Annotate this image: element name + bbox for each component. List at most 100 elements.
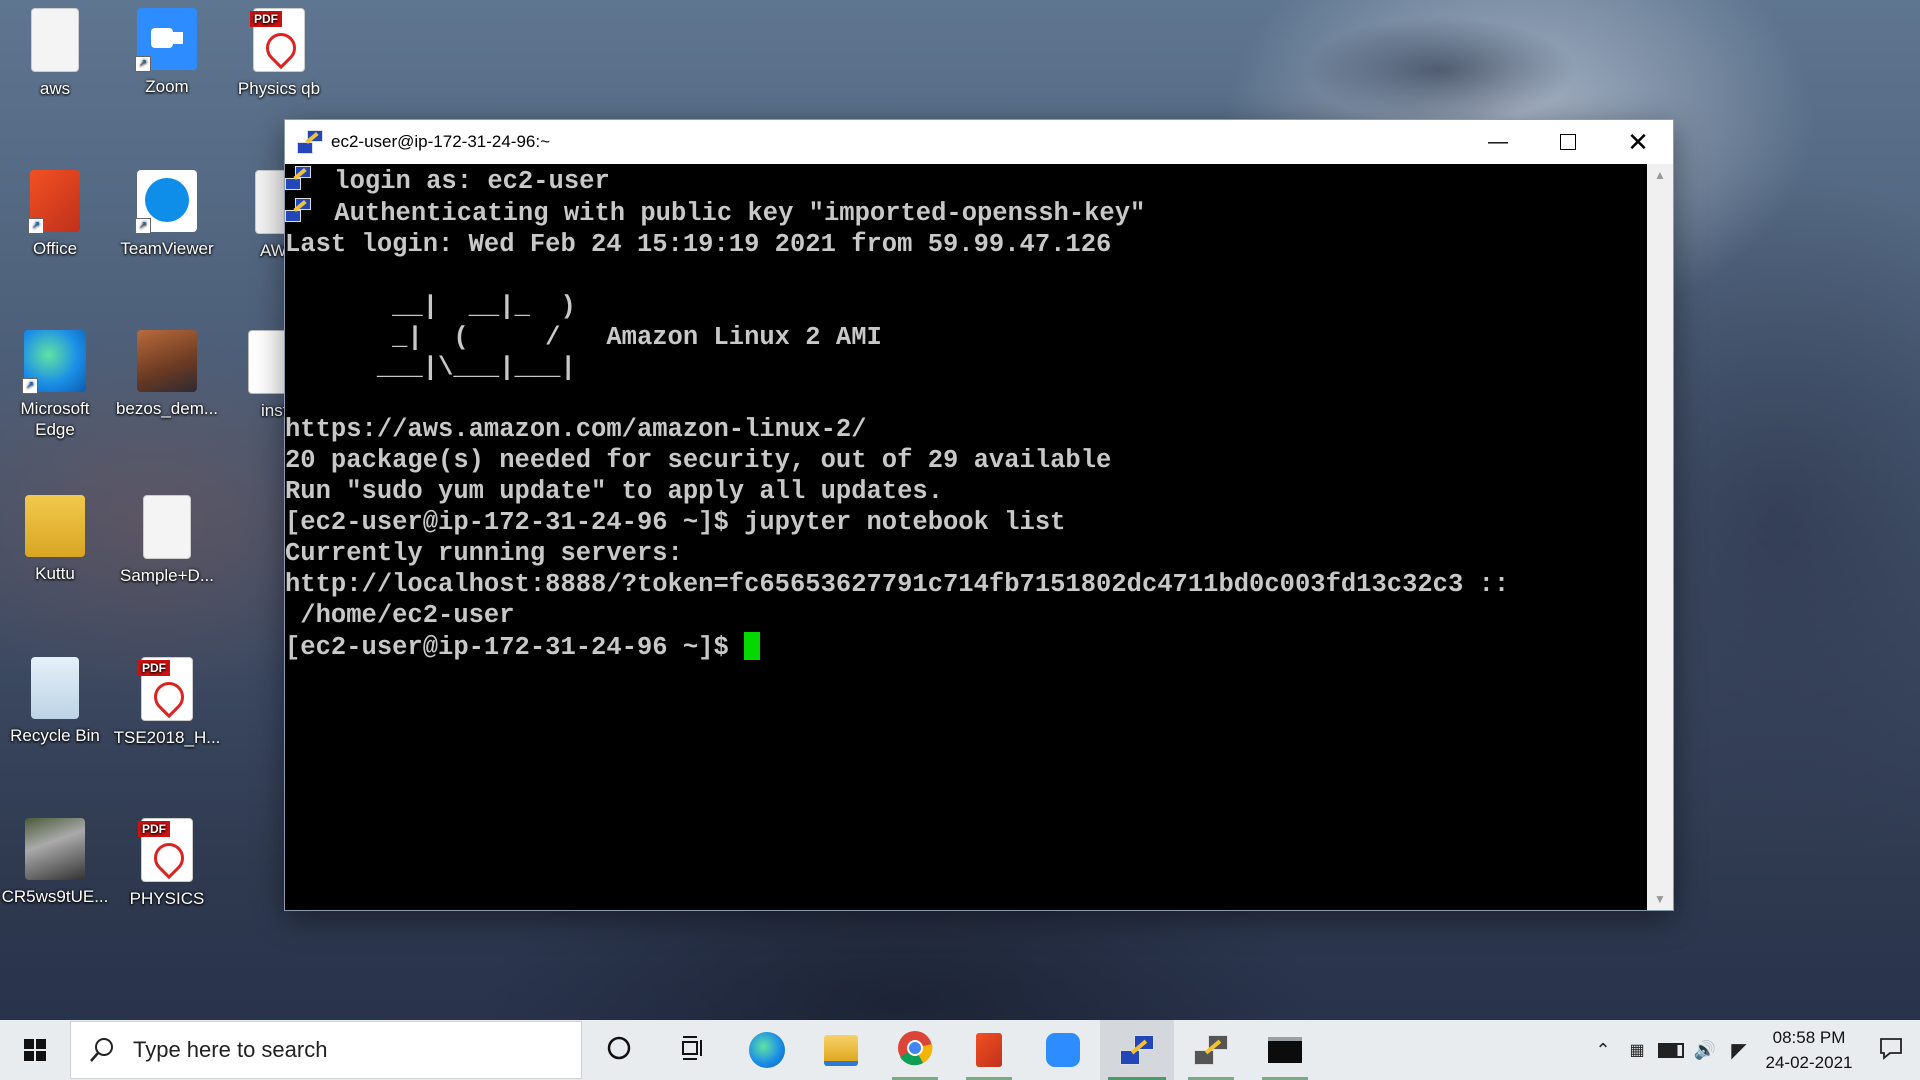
zoom-icon: ↗ bbox=[135, 8, 197, 72]
pdf-file-icon bbox=[138, 657, 193, 721]
taskbar-chrome-button[interactable] bbox=[878, 1020, 952, 1080]
terminal-line: _| ( / Amazon Linux 2 AMI bbox=[285, 322, 882, 352]
office-icon: ↗ bbox=[28, 170, 80, 234]
maximize-button[interactable] bbox=[1533, 120, 1603, 164]
desktop-icon-physics[interactable]: PHYSICS bbox=[112, 818, 222, 909]
cortana-button[interactable] bbox=[582, 1020, 656, 1080]
terminal-line: __| __|_ ) bbox=[285, 291, 576, 321]
taskbar-edge-button[interactable] bbox=[730, 1020, 804, 1080]
desktop-icon-bezos[interactable]: bezos_dem... bbox=[112, 330, 222, 419]
close-icon: ✕ bbox=[1627, 126, 1649, 157]
desktop-icon-zoom[interactable]: ↗ Zoom bbox=[112, 8, 222, 97]
taskbar-zoom-button[interactable] bbox=[1026, 1020, 1100, 1080]
desktop-icon-label: Office bbox=[32, 239, 78, 258]
terminal-prompt: [ec2-user@ip-172-31-24-96 ~]$ bbox=[285, 632, 745, 662]
action-center-button[interactable] bbox=[1862, 1020, 1920, 1080]
window-title: ec2-user@ip-172-31-24-96:~ bbox=[331, 132, 551, 151]
desktop-icon-label: CR5ws9tUE... bbox=[1, 887, 109, 906]
desktop-icon-office[interactable]: ↗ Office bbox=[0, 170, 110, 259]
image-thumbnail-icon bbox=[137, 330, 197, 392]
show-hidden-icons-button[interactable]: ⌃ bbox=[1586, 1020, 1620, 1080]
terminal-line: Run "sudo yum update" to apply all updat… bbox=[285, 477, 944, 507]
tray-meet-now-button[interactable]: ▦ bbox=[1620, 1020, 1654, 1080]
network-button[interactable]: ◤ bbox=[1722, 1020, 1756, 1080]
task-view-button[interactable] bbox=[656, 1020, 730, 1080]
search-input[interactable] bbox=[131, 1036, 535, 1064]
taskbar-puttygen-button[interactable] bbox=[1174, 1020, 1248, 1080]
start-button[interactable] bbox=[0, 1020, 70, 1080]
minimize-button[interactable]: — bbox=[1463, 120, 1533, 164]
scroll-down-arrow-icon[interactable]: ▼ bbox=[1647, 888, 1673, 910]
taskbar-file-explorer-button[interactable] bbox=[804, 1020, 878, 1080]
taskbar: ⌃ ▦ 🔊 ◤ 08:58 PM 24-02-2021 bbox=[0, 1020, 1920, 1080]
meet-now-icon: ▦ bbox=[1629, 1042, 1645, 1059]
teamviewer-icon: ↗ bbox=[135, 170, 197, 234]
wallpaper-tree bbox=[1260, 0, 1620, 120]
desktop-icon-label: Sample+D... bbox=[119, 566, 214, 585]
desktop-icon-kuttu[interactable]: Kuttu bbox=[0, 495, 110, 584]
shortcut-arrow-icon: ↗ bbox=[22, 378, 38, 394]
edge-icon: ↗ bbox=[22, 330, 86, 394]
vertical-scrollbar[interactable]: ▲ ▼ bbox=[1647, 164, 1673, 910]
taskbar-cmd-button[interactable] bbox=[1248, 1020, 1322, 1080]
volume-button[interactable]: 🔊 bbox=[1688, 1020, 1722, 1080]
desktop-icon-microsoft-edge[interactable]: ↗ Microsoft Edge bbox=[0, 330, 110, 440]
clock-date: 24-02-2021 bbox=[1765, 1053, 1853, 1072]
desktop-icon-physics-qb[interactable]: Physics qb bbox=[224, 8, 334, 99]
taskbar-search-box[interactable] bbox=[70, 1021, 582, 1079]
desktop-icon-label: Zoom bbox=[145, 77, 189, 96]
desktop-icon-label: aws bbox=[39, 79, 71, 98]
desktop-icon-cr5ws9tue[interactable]: CR5ws9tUE... bbox=[0, 818, 110, 907]
terminal-line: Currently running servers: bbox=[285, 538, 683, 568]
shortcut-arrow-icon: ↗ bbox=[28, 218, 44, 234]
puttygen-icon bbox=[1194, 1035, 1228, 1065]
file-explorer-icon bbox=[824, 1034, 858, 1066]
terminal-output: login as: ec2-user Authenticating with p… bbox=[285, 166, 1647, 664]
scroll-up-arrow-icon[interactable]: ▲ bbox=[1647, 164, 1673, 186]
image-thumbnail-icon bbox=[25, 818, 85, 880]
terminal-line: http://localhost:8888/?token=fc656536277… bbox=[285, 569, 1510, 599]
system-tray: ⌃ ▦ 🔊 ◤ 08:58 PM 24-02-2021 bbox=[1586, 1020, 1920, 1080]
terminal-line: 20 package(s) needed for security, out o… bbox=[285, 446, 1112, 476]
cmd-icon bbox=[1268, 1037, 1302, 1063]
window-titlebar[interactable]: ec2-user@ip-172-31-24-96:~ — ✕ bbox=[285, 120, 1673, 164]
zoom-icon bbox=[1046, 1033, 1080, 1067]
desktop-icon-label: Recycle Bin bbox=[10, 726, 100, 745]
document-icon bbox=[31, 8, 79, 72]
desktop-icon-recycle-bin[interactable]: Recycle Bin bbox=[0, 657, 110, 746]
terminal-cursor[interactable] bbox=[744, 631, 761, 660]
desktop-icon-label: TeamViewer bbox=[120, 239, 214, 258]
taskbar-office-button[interactable] bbox=[952, 1020, 1026, 1080]
battery-icon bbox=[1658, 1042, 1684, 1058]
desktop-icon-teamviewer[interactable]: ↗ TeamViewer bbox=[112, 170, 222, 259]
volume-icon: 🔊 bbox=[1693, 1039, 1717, 1060]
pdf-file-icon bbox=[138, 818, 193, 882]
notification-icon bbox=[1878, 1036, 1904, 1065]
desktop-icon-label: Microsoft Edge bbox=[20, 399, 90, 439]
edge-icon bbox=[749, 1032, 785, 1068]
wifi-icon: ◤ bbox=[1731, 1039, 1747, 1062]
terminal-line: login as: ec2-user bbox=[319, 167, 610, 196]
desktop-icon-label: Kuttu bbox=[35, 564, 75, 583]
terminal-line: /home/ec2-user bbox=[285, 600, 515, 630]
desktop-icon-label: Physics qb bbox=[237, 79, 321, 98]
taskbar-clock[interactable]: 08:58 PM 24-02-2021 bbox=[1756, 1025, 1862, 1075]
office-icon bbox=[976, 1033, 1002, 1067]
terminal-screen[interactable]: login as: ec2-user Authenticating with p… bbox=[285, 164, 1647, 910]
putty-line-icon bbox=[285, 197, 319, 226]
desktop-icon-tse2018[interactable]: TSE2018_H... bbox=[112, 657, 222, 748]
putty-icon bbox=[1120, 1035, 1154, 1065]
recycle-bin-icon bbox=[31, 657, 79, 719]
shortcut-arrow-icon: ↗ bbox=[135, 56, 151, 72]
maximize-icon bbox=[1560, 134, 1576, 150]
minimize-icon: — bbox=[1488, 130, 1508, 153]
desktop-icon-aws[interactable]: aws bbox=[0, 8, 110, 99]
putty-terminal-window[interactable]: ec2-user@ip-172-31-24-96:~ — ✕ login as:… bbox=[285, 120, 1673, 910]
desktop-icon-label: PHYSICS bbox=[129, 889, 205, 908]
close-button[interactable]: ✕ bbox=[1603, 120, 1673, 164]
battery-button[interactable] bbox=[1654, 1020, 1688, 1080]
desktop-icon-sample[interactable]: Sample+D... bbox=[112, 495, 222, 586]
desktop-icon-label: bezos_dem... bbox=[115, 399, 219, 418]
terminal-line: https://aws.amazon.com/amazon-linux-2/ bbox=[285, 415, 867, 445]
taskbar-putty-button[interactable] bbox=[1100, 1020, 1174, 1080]
